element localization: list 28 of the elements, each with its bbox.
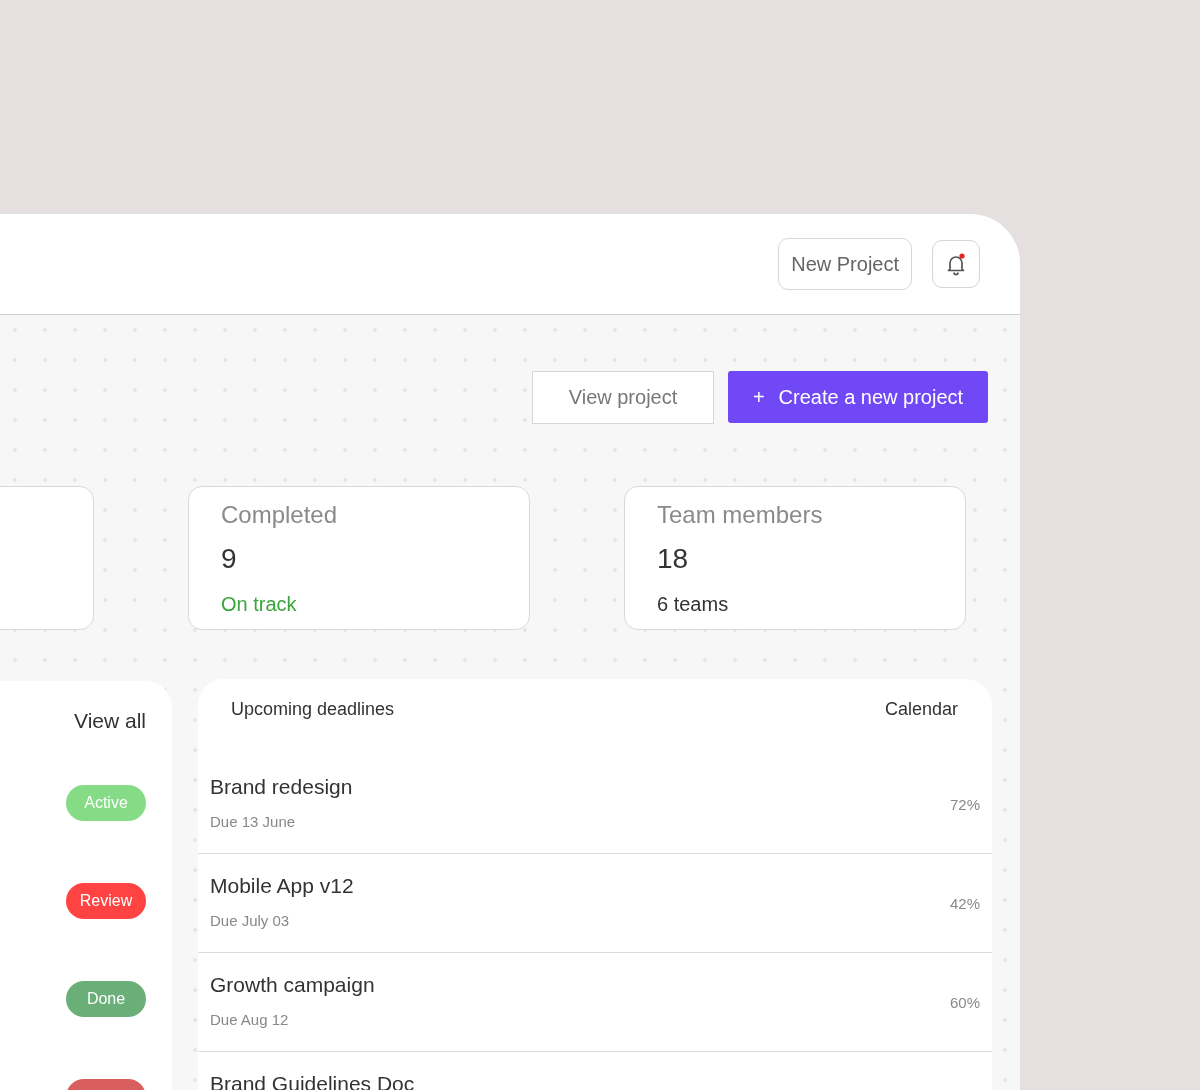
stat-note: On track [221, 593, 298, 616]
notifications-button[interactable] [932, 240, 980, 288]
deadline-row[interactable]: Brand redesign Due 13 June 72% [198, 755, 992, 854]
create-project-button[interactable]: + Create a new project [728, 371, 988, 423]
deadlines-title: Upcoming deadlines [231, 699, 395, 721]
deadline-row[interactable]: Mobile App v12 Due July 03 42% [198, 854, 992, 953]
view-all-link[interactable]: View all [74, 709, 146, 733]
new-project-button[interactable]: New Project [778, 238, 912, 290]
status-badge: Done [66, 981, 146, 1017]
stat-value: 9 [221, 543, 238, 575]
due-date: Due July 03 [210, 912, 291, 929]
deadline-row[interactable]: Growth campaign Due Aug 12 60% [198, 953, 992, 1052]
progress-percent: 60% [949, 994, 980, 1013]
stat-label: Team members [657, 501, 824, 529]
status-badge: Review [66, 883, 146, 919]
project-name: Growth campaign [210, 973, 375, 997]
due-date: Due Aug 12 [210, 1011, 290, 1028]
calendar-link[interactable]: Calendar [884, 699, 958, 755]
stat-value: 18 [657, 543, 690, 575]
status-badge: Active [66, 785, 146, 821]
due-date: Due 13 June [210, 813, 297, 830]
view-project-button[interactable]: View project [532, 371, 714, 424]
progress-percent: 72% [949, 796, 980, 815]
project-name: Mobile App v12 [210, 874, 354, 898]
stat-note: 6 teams [657, 593, 730, 616]
project-name: Brand redesign [210, 775, 353, 799]
stat-label: Completed [221, 501, 339, 529]
progress-percent: 42% [949, 895, 980, 914]
